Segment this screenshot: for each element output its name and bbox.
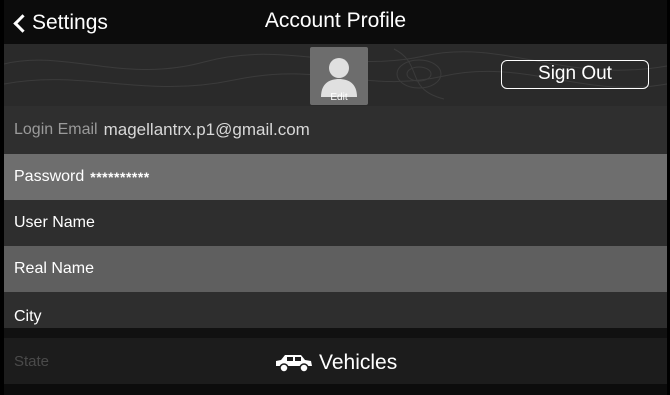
login-email-row: Login Email magellantrx.p1@gmail.com	[4, 106, 667, 154]
real-name-row[interactable]: Real Name	[4, 246, 667, 292]
car-icon	[276, 355, 312, 373]
avatar-edit-label: Edit	[330, 92, 348, 103]
profile-header: Edit Sign Out	[4, 44, 667, 106]
login-email-label: Login Email	[14, 121, 98, 138]
user-name-label: User Name	[14, 214, 95, 231]
divider	[4, 328, 667, 338]
vehicles-button[interactable]: Vehicles	[274, 346, 397, 380]
page-title: Account Profile	[264, 9, 407, 32]
city-label: City	[14, 308, 42, 325]
real-name-label: Real Name	[14, 260, 95, 277]
app-frame: Settings Account Profile Edit Sign Out L…	[4, 0, 667, 395]
vehicles-label: Vehicles	[319, 351, 398, 374]
sign-out-button[interactable]: Sign Out	[501, 60, 649, 89]
password-value: **********	[90, 169, 150, 185]
city-row[interactable]: City	[4, 292, 667, 328]
login-email-value: magellantrx.p1@gmail.com	[103, 120, 310, 139]
bottom-bar	[4, 384, 667, 395]
avatar-edit-button[interactable]: Edit	[310, 47, 368, 105]
user-name-row[interactable]: User Name	[4, 200, 667, 246]
state-label: State	[14, 352, 50, 370]
password-label: Password	[14, 168, 85, 185]
password-row[interactable]: Password **********	[4, 154, 667, 200]
top-nav-bar: Settings Account Profile	[4, 0, 667, 44]
